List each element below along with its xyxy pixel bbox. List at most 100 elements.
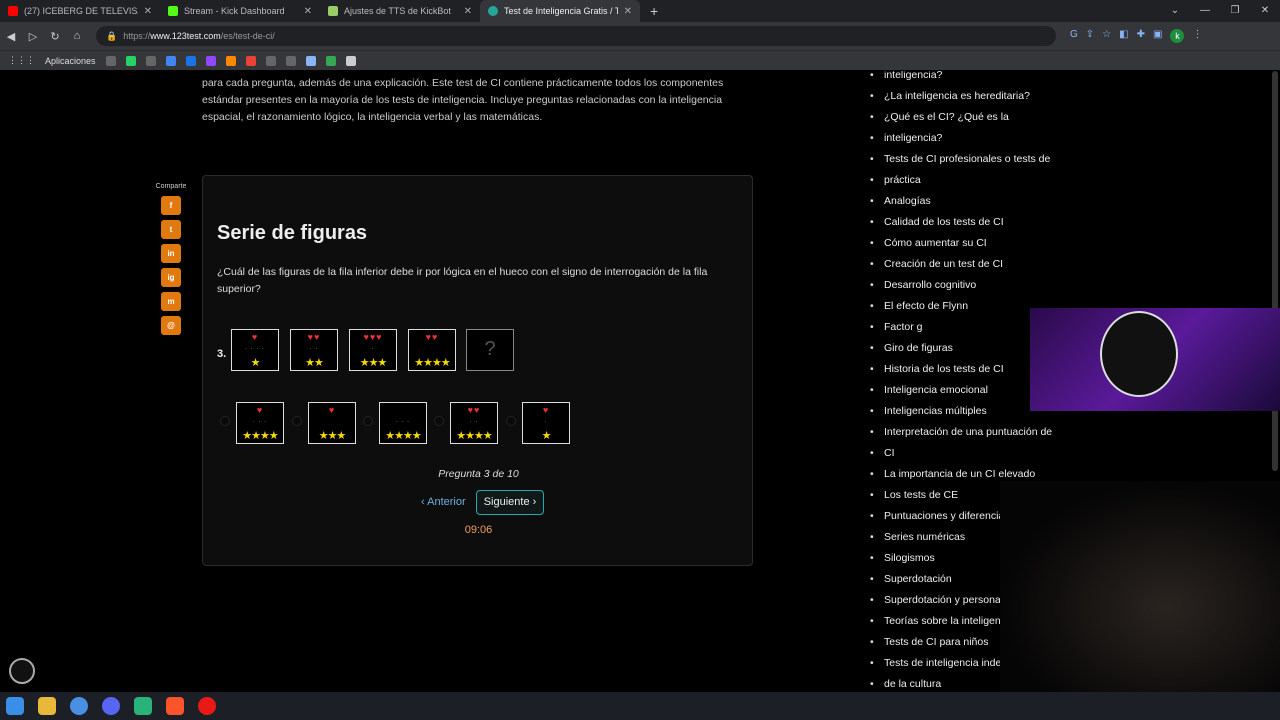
answer-radio-3[interactable] xyxy=(363,416,373,426)
tab-kickbot[interactable]: Ajustes de TTS de KickBot ✕ xyxy=(320,0,480,22)
sidebar-link[interactable]: práctica xyxy=(870,170,1060,191)
close-tab-icon[interactable]: ✕ xyxy=(624,6,632,17)
address-toolbar: ◀ ▷ ↻ ⌂ 🔒 https://www.123test.com/es/tes… xyxy=(0,22,1280,50)
share-icon[interactable]: ⇪ xyxy=(1086,29,1094,43)
sidebar-link[interactable]: Analogías xyxy=(870,191,1060,212)
answer-option-1[interactable]: ♥ · · · ★★★★ xyxy=(236,402,284,444)
answer-option-2[interactable]: ♥ ★★★ xyxy=(308,402,356,444)
apps-icon[interactable]: ⋮⋮⋮ xyxy=(8,55,35,66)
window-controls: ⌄ — ❐ ✕ xyxy=(1160,0,1280,22)
tab-search-icon[interactable]: ⌄ xyxy=(1160,0,1190,22)
question-text: ¿Cuál de las figuras de la fila inferior… xyxy=(217,266,708,295)
minimize-icon[interactable]: — xyxy=(1190,0,1220,22)
bookmark-icon[interactable] xyxy=(145,55,156,66)
messenger-share-button[interactable]: m xyxy=(161,292,181,311)
sidebar-link[interactable]: Desarrollo cognitivo xyxy=(870,275,1060,296)
reload-icon[interactable]: ↻ xyxy=(44,30,66,43)
discord-icon[interactable] xyxy=(102,697,120,715)
twitter-share-button[interactable]: t xyxy=(161,220,181,239)
restore-icon[interactable]: ❐ xyxy=(1220,0,1250,22)
puzzle-icon[interactable]: ✚ xyxy=(1137,29,1145,43)
bookmark-icon[interactable] xyxy=(305,55,316,66)
gmail-icon[interactable] xyxy=(245,55,256,66)
tab-kick-dashboard[interactable]: Stream - Kick Dashboard ✕ xyxy=(160,0,320,22)
extensions-area: G ⇪ ☆ ◧ ✚ ▣ k ⋮ xyxy=(1070,29,1202,43)
cookie-settings-icon[interactable] xyxy=(9,658,35,684)
sidebar-link[interactable]: Creación de un test de CI xyxy=(870,254,1060,275)
back-icon[interactable]: ◀ xyxy=(0,30,22,43)
next-button[interactable]: Siguiente › xyxy=(476,490,544,515)
webcam-overlay xyxy=(1000,481,1280,692)
sidepanel-icon[interactable]: ▣ xyxy=(1153,29,1162,43)
bookmark-icon[interactable] xyxy=(325,55,336,66)
bookmarks-bar: ⋮⋮⋮ Aplicaciones xyxy=(0,50,1280,70)
bookmark-icon[interactable] xyxy=(225,55,236,66)
previous-link[interactable]: ‹ Anterior xyxy=(421,496,466,508)
email-share-button[interactable]: @ xyxy=(161,316,181,335)
apps-label[interactable]: Aplicaciones xyxy=(45,56,96,66)
url-path: /es/test-de-ci/ xyxy=(220,31,275,41)
file-explorer-icon[interactable] xyxy=(38,697,56,715)
sidebar-link[interactable]: ¿Qué es el CI? ¿Qué es la xyxy=(870,107,1060,128)
sidebar-link[interactable]: ¿La inteligencia es hereditaria? xyxy=(870,86,1060,107)
url-field[interactable]: 🔒 https://www.123test.com/es/test-de-ci/ xyxy=(96,26,1056,46)
sequence-figure: ♥♥ ★★★★ xyxy=(408,329,456,371)
chrome-icon[interactable] xyxy=(70,697,88,715)
bookmark-icon[interactable] xyxy=(165,55,176,66)
tab-test-inteligencia[interactable]: Test de Inteligencia Gratis / Test✕ xyxy=(480,0,640,22)
linkedin-share-button[interactable]: in xyxy=(161,244,181,263)
forward-icon[interactable]: ▷ xyxy=(22,30,44,43)
sidebar-link[interactable]: inteligencia? xyxy=(870,128,1060,149)
answer-radio-1[interactable] xyxy=(220,416,230,426)
answer-radio-4[interactable] xyxy=(434,416,444,426)
123test-icon xyxy=(488,6,498,16)
tab-youtube[interactable]: (27) ICEBERG DE TELEVISA | MIS✕ xyxy=(0,0,160,22)
intro-paragraph: para cada pregunta, además de una explic… xyxy=(202,77,724,123)
close-window-icon[interactable]: ✕ xyxy=(1250,0,1280,22)
close-tab-icon[interactable]: ✕ xyxy=(464,6,472,17)
sidebar-link[interactable]: Interpretación de una puntuación de xyxy=(870,422,1060,443)
brave-icon[interactable] xyxy=(166,697,184,715)
missing-figure: ? xyxy=(466,329,514,371)
bookmark-icon[interactable] xyxy=(105,55,116,66)
menu-icon[interactable]: ⋮ xyxy=(1192,29,1202,43)
answer-radio-2[interactable] xyxy=(292,416,302,426)
sidebar-link[interactable]: Cómo aumentar su CI xyxy=(870,233,1060,254)
url-prefix: https:// xyxy=(123,31,151,41)
question-mark-icon: ? xyxy=(484,338,496,360)
page-scrollbar[interactable] xyxy=(1272,71,1278,471)
answer-option-5[interactable]: ♥ · ★ xyxy=(522,402,570,444)
close-tab-icon[interactable]: ✕ xyxy=(304,6,312,17)
app-icon[interactable] xyxy=(134,697,152,715)
sidebar-link[interactable]: Tests de CI profesionales o tests de xyxy=(870,149,1060,170)
home-icon[interactable]: ⌂ xyxy=(66,30,88,42)
quiz-card: Serie de figuras ¿Cuál de las figuras de… xyxy=(202,175,753,566)
youtube-icon xyxy=(8,6,18,16)
start-icon[interactable] xyxy=(6,697,24,715)
answer-option-4[interactable]: ♥♥ · · ★★★★ xyxy=(450,402,498,444)
facebook-share-button[interactable]: f xyxy=(161,196,181,215)
share-sidebar: Comparte f t in ig m @ xyxy=(150,183,192,340)
extension-icon[interactable]: ◧ xyxy=(1119,29,1128,43)
stream-mascot-image xyxy=(1100,311,1178,397)
sidebar-link[interactable]: inteligencia? xyxy=(870,71,1060,86)
answer-radio-5[interactable] xyxy=(506,416,516,426)
sidebar-link[interactable]: CI xyxy=(870,443,1060,464)
whatsapp-icon[interactable] xyxy=(125,55,136,66)
instagram-share-button[interactable]: ig xyxy=(161,268,181,287)
bookmark-icon[interactable] xyxy=(285,55,296,66)
close-tab-icon[interactable]: ✕ xyxy=(144,6,152,17)
avatar[interactable]: k xyxy=(1170,29,1185,43)
twitch-icon[interactable] xyxy=(205,55,216,66)
new-tab-button[interactable]: + xyxy=(640,0,668,22)
bookmark-star-icon[interactable]: ☆ xyxy=(1102,29,1111,43)
sequence-figure: ♥♥ · · ★★ xyxy=(290,329,338,371)
google-icon[interactable]: G xyxy=(1070,29,1078,43)
bookmark-icon[interactable] xyxy=(265,55,276,66)
bookmark-icon[interactable] xyxy=(345,55,356,66)
sidebar-link[interactable]: Calidad de los tests de CI xyxy=(870,212,1060,233)
bookmark-icon[interactable] xyxy=(185,55,196,66)
answer-option-3[interactable]: · · · ★★★★ xyxy=(379,402,427,444)
youtube-app-icon[interactable] xyxy=(198,697,216,715)
share-label: Comparte xyxy=(155,183,187,190)
